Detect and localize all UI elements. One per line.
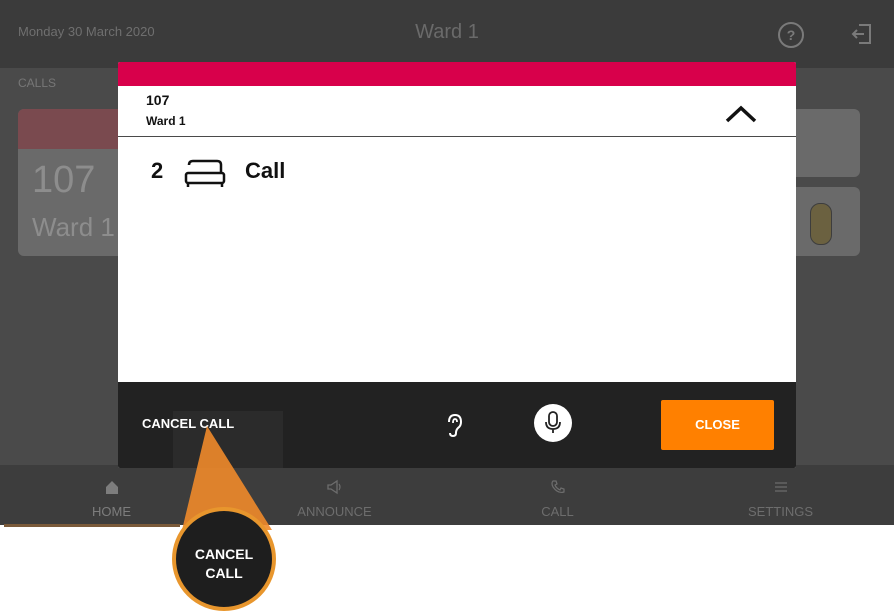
bottom-nav: HOME ANNOUNCE CALL SETTINGS xyxy=(0,465,894,525)
chevron-up-icon[interactable] xyxy=(724,104,758,129)
modal-accent-bar xyxy=(118,62,796,86)
nav-settings-label: SETTINGS xyxy=(747,504,813,519)
bed-icon xyxy=(183,158,229,195)
callout-text: CANCEL CALL xyxy=(176,545,272,583)
home-icon xyxy=(0,479,223,495)
megaphone-icon xyxy=(223,479,446,495)
callout-line1: CANCEL xyxy=(194,546,254,562)
bed-number: 2 xyxy=(151,158,164,183)
microphone-button[interactable] xyxy=(534,404,572,442)
room-number: 107 xyxy=(146,92,170,108)
toggle-switch[interactable] xyxy=(810,203,832,245)
help-icon[interactable]: ? xyxy=(778,22,804,48)
microphone-icon xyxy=(545,411,561,433)
cancel-call-button[interactable]: CANCEL CALL xyxy=(142,416,234,431)
call-detail-modal: 107 Ward 1 2 Call CANCEL CALL CLOSE xyxy=(118,62,796,468)
nav-announce[interactable]: ANNOUNCE xyxy=(223,465,446,525)
call-card-ward: Ward 1 xyxy=(32,212,115,242)
top-bar: Monday 30 March 2020 Ward 1 ? xyxy=(0,0,894,68)
modal-header: 107 Ward 1 xyxy=(118,86,796,137)
phone-icon xyxy=(446,479,669,495)
close-button[interactable]: CLOSE xyxy=(661,400,774,450)
side-card xyxy=(790,109,860,177)
ear-icon[interactable] xyxy=(444,412,466,443)
nav-home[interactable]: HOME xyxy=(0,465,223,525)
side-card xyxy=(790,187,860,256)
nav-home-label: HOME xyxy=(92,504,131,519)
nav-settings[interactable]: SETTINGS xyxy=(669,465,892,525)
callout-badge: CANCEL CALL xyxy=(172,507,276,611)
logout-icon[interactable] xyxy=(850,22,874,51)
call-card-number: 107 xyxy=(32,159,96,201)
callout-line2: CALL xyxy=(205,565,243,581)
menu-icon xyxy=(669,479,892,495)
nav-call-label: CALL xyxy=(541,504,574,519)
call-type-label: Call xyxy=(245,158,286,183)
callout-underline xyxy=(4,524,180,527)
calls-section-label: CALLS xyxy=(18,76,57,90)
page-title: Ward 1 xyxy=(415,21,479,43)
nav-announce-label: ANNOUNCE xyxy=(297,504,372,519)
ward-name: Ward 1 xyxy=(146,114,186,128)
nav-call[interactable]: CALL xyxy=(446,465,669,525)
modal-footer: CANCEL CALL CLOSE xyxy=(118,382,796,468)
